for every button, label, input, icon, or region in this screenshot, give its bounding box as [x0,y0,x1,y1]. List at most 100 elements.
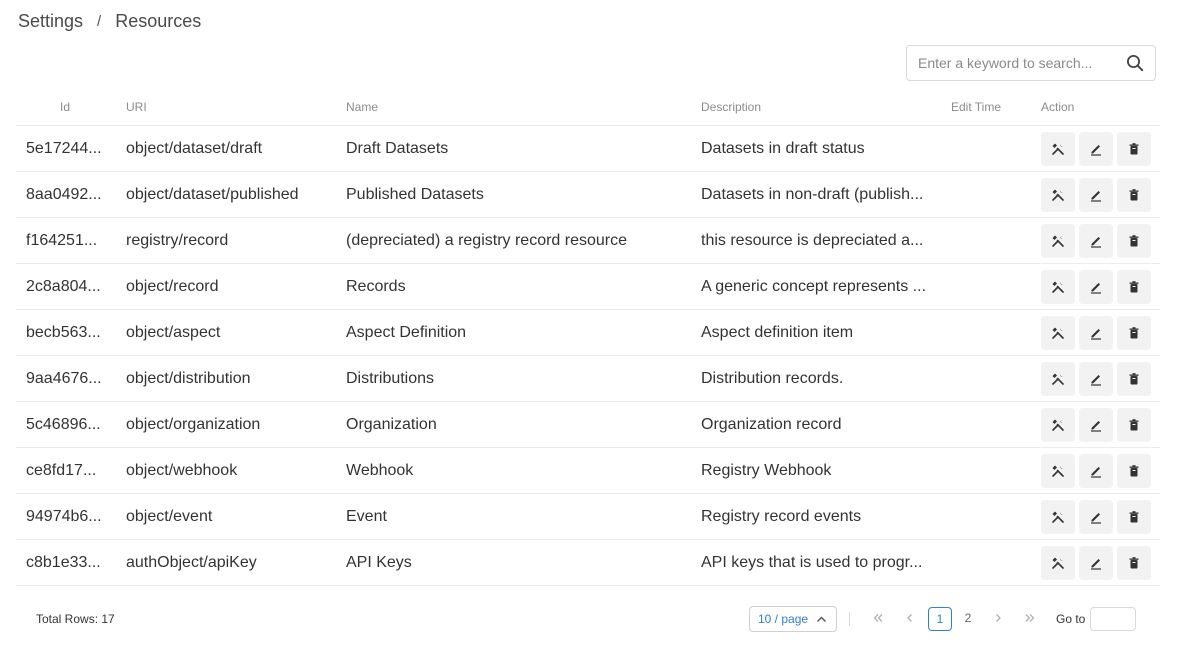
cell-id: ce8fd17... [26,461,97,479]
table-row: 5c46896... object/organization Organizatio… [16,402,1160,448]
cell-name: Event [346,507,387,525]
column-header-action: Action [1041,99,1075,114]
delete-icon [1129,464,1139,476]
manage-button[interactable] [1041,269,1075,304]
cell-name: Organization [346,415,437,433]
cell-id: f164251... [26,231,98,249]
edit-button[interactable] [1079,407,1113,442]
chevron-right-icon [996,614,1001,622]
edit-button[interactable] [1079,177,1113,212]
last-page-button[interactable] [1018,606,1042,630]
delete-icon [1129,372,1139,384]
cell-description: Organization record [701,415,842,433]
tools-icon [1052,373,1064,385]
cell-id: 8aa0492... [26,185,102,203]
search-box [906,45,1156,81]
column-header-edit-time: Edit Time [951,99,1002,114]
tools-icon [1052,189,1064,201]
table-row: 2c8a804... object/record Records A generic … [16,264,1160,310]
manage-button[interactable] [1041,223,1075,258]
edit-button[interactable] [1079,223,1113,258]
tools-icon [1052,419,1064,431]
breadcrumb-separator: / [97,13,102,30]
divider [849,612,850,626]
edit-icon [1091,328,1101,340]
cell-id: 5c46896... [26,415,101,433]
delete-button[interactable] [1117,361,1151,396]
cell-actions [1041,361,1160,396]
delete-button[interactable] [1117,269,1151,304]
page-size-select[interactable]: 10 / page [749,606,837,632]
delete-icon [1129,280,1139,292]
cell-description: this resource is depreciated a... [701,231,924,249]
cell-actions [1041,545,1160,580]
cell-name: Records [346,277,406,295]
delete-button[interactable] [1117,545,1151,580]
edit-button[interactable] [1079,131,1113,166]
manage-button[interactable] [1041,131,1075,166]
delete-button[interactable] [1117,131,1151,166]
manage-button[interactable] [1041,453,1075,488]
edit-button[interactable] [1079,545,1113,580]
manage-button[interactable] [1041,177,1075,212]
table-row: 8aa0492... object/dataset/published Publis… [16,172,1160,218]
tools-icon [1052,511,1064,523]
search-input[interactable] [907,46,1115,80]
manage-button[interactable] [1041,361,1075,396]
cell-description: API keys that is used to progr... [701,553,923,571]
cell-uri: object/dataset/published [126,185,299,203]
page-1-button[interactable]: 1 [928,607,952,631]
delete-button[interactable] [1117,407,1151,442]
cell-name: Aspect Definition [346,323,467,341]
cell-uri: registry/record [126,231,229,249]
first-page-button[interactable] [866,606,890,630]
table-row: f164251... registry/record (depreciated) a… [16,218,1160,264]
goto-page-input[interactable] [1090,607,1136,631]
edit-button[interactable] [1079,361,1113,396]
delete-button[interactable] [1117,223,1151,258]
cell-actions [1041,453,1160,488]
cell-uri: object/webhook [126,461,238,479]
column-header-uri: URI [126,99,147,114]
cell-uri: object/organization [126,415,261,433]
edit-icon [1091,466,1101,478]
delete-button[interactable] [1117,499,1151,534]
delete-button[interactable] [1117,177,1151,212]
edit-button[interactable] [1079,269,1113,304]
breadcrumb-settings-link[interactable]: Settings [18,11,83,32]
chevron-left-icon [907,614,912,622]
cell-actions [1041,177,1160,212]
cell-name: API Keys [346,553,412,571]
edit-button[interactable] [1079,453,1113,488]
tools-icon [1052,235,1064,247]
delete-icon [1129,234,1139,246]
delete-button[interactable] [1117,315,1151,350]
page-2-button[interactable]: 2 [956,606,980,630]
edit-button[interactable] [1079,499,1113,534]
search-button[interactable] [1115,46,1155,80]
manage-button[interactable] [1041,315,1075,350]
prev-page-button[interactable] [898,606,922,630]
cell-id: 5e17244... [26,139,102,157]
cell-actions [1041,407,1160,442]
cell-id: 2c8a804... [26,277,101,295]
cell-name: Distributions [346,369,435,387]
cell-name: (depreciated) a registry record resource [346,231,628,249]
delete-icon [1129,142,1139,154]
manage-button[interactable] [1041,499,1075,534]
delete-icon [1129,326,1139,338]
manage-button[interactable] [1041,407,1075,442]
edit-button[interactable] [1079,315,1113,350]
table-header: Id URI Name Description Edit Time Action [16,88,1160,126]
delete-button[interactable] [1117,453,1151,488]
table-row: ce8fd17... object/webhook Webhook Registry … [16,448,1160,494]
delete-icon [1129,188,1139,200]
manage-button[interactable] [1041,545,1075,580]
cell-description: Datasets in non-draft (publish... [701,185,924,203]
cell-description: Registry Webhook [701,461,832,479]
next-page-button[interactable] [986,606,1010,630]
resources-table: Id URI Name Description Edit Time Action… [16,88,1160,586]
tools-icon [1052,465,1064,477]
cell-actions [1041,499,1160,534]
pagination-bar: Total Rows: 17 10 / page 1 2 Go to [0,606,1183,632]
